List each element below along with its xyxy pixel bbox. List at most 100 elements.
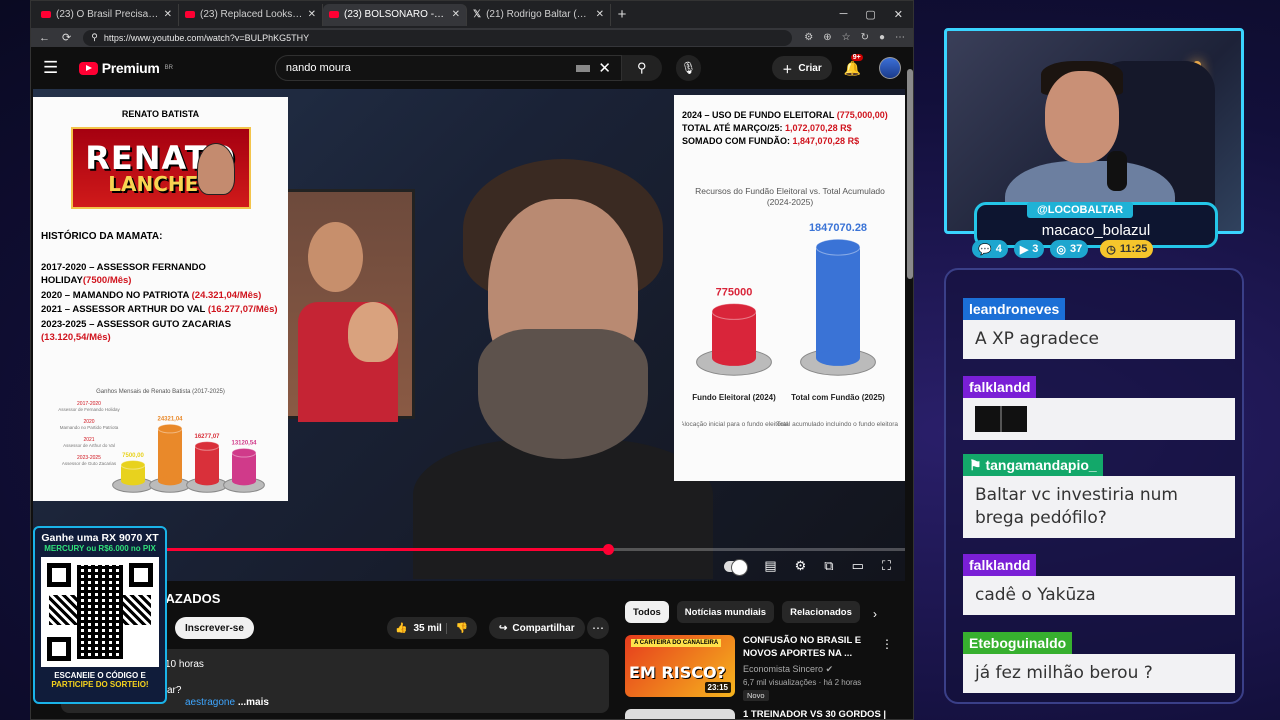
new-badge: Novo — [743, 689, 769, 701]
category-note: Assessor de Arthur do Val — [63, 443, 115, 448]
thumbs-down-icon: 👎 — [455, 622, 469, 634]
subtitles-icon[interactable]: ▤ — [764, 558, 776, 574]
bar-top — [711, 303, 757, 321]
page-scrollbar[interactable] — [907, 69, 913, 279]
bar — [195, 445, 219, 481]
refresh-extension-icon[interactable]: ↻ — [861, 32, 869, 43]
theater-mode-icon[interactable]: ▭ — [852, 558, 864, 574]
bell-icon: 🔔 — [843, 59, 862, 76]
maximize-icon[interactable]: ▢ — [865, 8, 875, 21]
close-tab-icon[interactable]: ✕ — [596, 9, 604, 20]
account-avatar[interactable] — [879, 57, 901, 79]
microphone-icon: 🎙 — [680, 61, 697, 75]
fullscreen-icon[interactable]: ⛶ — [882, 558, 891, 574]
notifications-button[interactable]: 🔔 9+ — [843, 53, 863, 77]
tab-4[interactable]: 𝕏(21) Rodrigo Baltar (@BaltarBank✕ — [467, 3, 611, 26]
settings-gear-icon[interactable]: ⚙ — [795, 558, 807, 574]
close-tab-icon[interactable]: ✕ — [452, 9, 460, 20]
bar-bottom — [712, 350, 756, 367]
dislike-button[interactable]: 👎 — [447, 623, 477, 634]
show-more-link[interactable]: ...mais — [238, 697, 269, 708]
youtube-play-icon — [78, 61, 98, 75]
back-icon[interactable]: ← — [39, 32, 50, 44]
video-player[interactable]: RENATO BATISTA RENATO LANCHES HISTÓRICO … — [33, 89, 905, 581]
category-note: Assessor de Guto Zacarias — [62, 461, 117, 466]
bar-value-label: 1847070.28 — [809, 222, 867, 234]
close-window-icon[interactable]: ✕ — [894, 8, 903, 21]
extension-icon[interactable]: ⚙ — [804, 32, 813, 43]
history-item: 2020 – MAMANDO NO PATRIOTA (24.321,04/Mê… — [41, 289, 262, 301]
recommended-channel[interactable]: Economista Sincero ✔ — [743, 664, 893, 675]
play-icon: ▶ — [1019, 243, 1029, 256]
tab-3-active[interactable]: (23) BOLSONARO - Áudios VAZA✕ — [323, 3, 467, 26]
bar-top — [231, 447, 257, 458]
left-info-panel: RENATO BATISTA RENATO LANCHES HISTÓRICO … — [33, 97, 288, 501]
recommended-thumbnail-2[interactable] — [625, 709, 735, 719]
youtube-icon — [185, 11, 195, 18]
close-tab-icon[interactable]: ✕ — [164, 9, 172, 20]
latest-follower-name: macaco_bolazul — [1041, 222, 1151, 239]
tab-2[interactable]: (23) Replaced Looks Like One of t✕ — [179, 3, 323, 26]
minimize-icon[interactable]: ─ — [840, 8, 848, 21]
bar-bottom — [816, 350, 860, 367]
chat-text: Baltar vc investiria num brega pedófilo? — [963, 476, 1235, 538]
monthly-earnings-chart: 7500,0024321,0416277,0713120,542017-2020… — [58, 401, 265, 493]
bar-top — [815, 238, 861, 256]
video-host-person — [413, 159, 713, 579]
chat-message: falklandd — [963, 376, 1235, 440]
more-actions-button[interactable]: ⋯ — [587, 617, 609, 639]
subscribe-button[interactable]: Inscrever-se — [175, 617, 254, 639]
site-info-icon[interactable]: ⚲ — [91, 32, 98, 43]
recommended-video[interactable]: A CARTEIRA DO CANALEIRA EM RISCO? 23:15 … — [625, 635, 893, 701]
keyboard-icon[interactable] — [576, 64, 591, 72]
chip-todos[interactable]: Todos — [625, 601, 669, 623]
clear-search-icon[interactable]: ✕ — [598, 59, 611, 77]
chat-message: falklandd cadê o Yakūza — [963, 554, 1235, 615]
viewers-icon: ◎ — [1056, 243, 1067, 256]
zoom-icon[interactable]: ⊕ — [823, 32, 831, 43]
tab-bar: (23) O Brasil Precisa de um BUKE✕ (23) R… — [31, 1, 913, 28]
history-heading: HISTÓRICO DA MAMATA: — [41, 231, 163, 242]
bar — [816, 247, 860, 359]
search-button[interactable]: ⚲ — [621, 55, 662, 81]
tab-1[interactable]: (23) O Brasil Precisa de um BUKE✕ — [35, 3, 179, 26]
bookmark-star-icon[interactable]: ☆ — [842, 32, 851, 43]
hamburger-menu-icon[interactable]: ☰ — [43, 58, 71, 78]
autoplay-toggle[interactable] — [724, 558, 749, 576]
recommended-video-2[interactable]: 1 TREINADOR VS 30 GORDOS | — [625, 709, 886, 719]
menu-dots-icon[interactable]: ⋯ — [895, 32, 905, 43]
youtube-premium-logo[interactable]: Premium BR — [78, 60, 173, 76]
chip-relacionados[interactable]: Relacionados — [782, 601, 860, 623]
bar-top — [120, 459, 146, 470]
recommended-thumbnail[interactable]: A CARTEIRA DO CANALEIRA EM RISCO? 23:15 — [625, 635, 735, 697]
renato-lanches-banner: RENATO LANCHES — [70, 127, 251, 209]
share-button[interactable]: ↪ Compartilhar — [489, 617, 585, 639]
miniplayer-icon[interactable]: ⧉ — [824, 558, 833, 574]
search-input[interactable]: nando moura ✕ — [274, 55, 622, 81]
background-monitor-photo — [285, 189, 415, 422]
reload-icon[interactable]: ⟳ — [62, 31, 71, 44]
voice-search-button[interactable]: 🎙 — [675, 55, 702, 81]
close-tab-icon[interactable]: ✕ — [308, 9, 316, 20]
chevron-right-icon[interactable]: › — [873, 607, 877, 621]
new-tab-button[interactable]: + — [611, 6, 633, 23]
history-list: 2017-2020 – ASSESSOR FERNANDO HOLIDAY(75… — [41, 262, 280, 345]
kebab-menu-icon[interactable]: ⋮ — [881, 637, 893, 651]
window-controls: ─ ▢ ✕ — [840, 8, 913, 21]
plus-icon: ＋ — [782, 64, 793, 76]
bar-top — [157, 423, 183, 434]
recommended-title[interactable]: CONFUSÃO NO BRASIL E NOVOS APORTES NA ..… — [743, 635, 873, 661]
bar-bottom — [158, 476, 182, 486]
like-button[interactable]: 👍 35 mil — [387, 622, 447, 634]
chat-bubble-icon: 💬 — [978, 243, 992, 256]
address-bar[interactable]: ⚲ https://www.youtube.com/watch?v=BULPhK… — [83, 29, 793, 46]
bar-bottom — [232, 476, 256, 486]
notification-badge: 9+ — [850, 53, 863, 61]
recommended-info: CONFUSÃO NO BRASIL E NOVOS APORTES NA ..… — [743, 635, 893, 701]
fund-comparison-chart: 775000 Fundo Eleitoral (2024) Alocação ini… — [680, 222, 900, 428]
profile-icon[interactable]: ● — [879, 32, 885, 43]
progress-scrubber[interactable] — [602, 544, 614, 555]
chip-noticias-mundiais[interactable]: Notícias mundiais — [676, 601, 775, 623]
chat-count-stat: 💬 4 — [972, 240, 1008, 258]
create-button[interactable]: ＋ Criar — [772, 56, 832, 80]
